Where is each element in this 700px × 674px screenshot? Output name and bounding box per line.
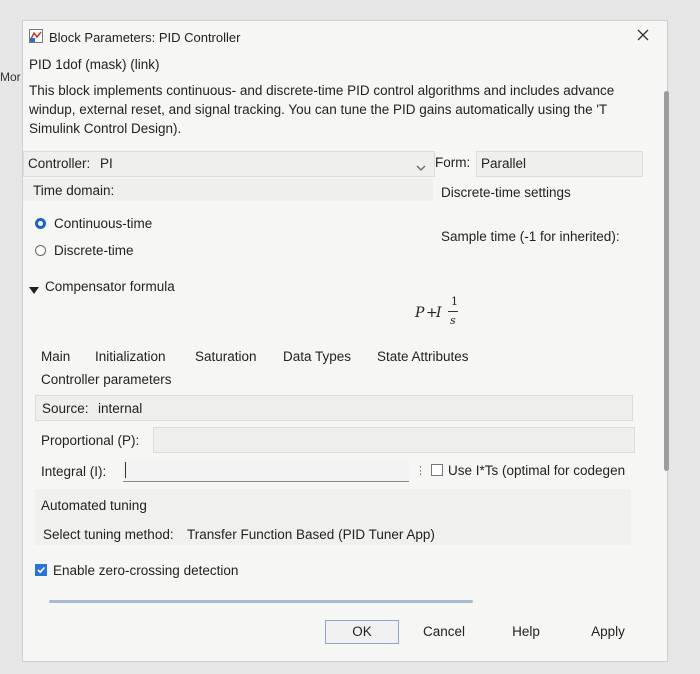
radio-continuous-button[interactable] <box>35 218 46 229</box>
vertical-scrollbar[interactable] <box>664 91 669 471</box>
source-row[interactable]: Source: internal <box>35 395 633 421</box>
zero-crossing-checkbox[interactable] <box>35 564 47 576</box>
source-value: internal <box>98 401 143 416</box>
tuning-method-label: Select tuning method: <box>43 527 174 542</box>
form-label: Form: <box>435 155 471 170</box>
formula-p: P <box>415 305 425 321</box>
integral-label: Integral (I): <box>41 464 107 479</box>
close-icon[interactable] <box>636 28 650 47</box>
form-value: Parallel <box>481 156 527 171</box>
controller-label: Controller: <box>28 156 91 171</box>
chevron-down-icon <box>416 159 426 177</box>
radio-discrete-label: Discrete-time <box>54 243 134 258</box>
description-line-3: Simulink Control Design). <box>29 121 182 136</box>
help-button[interactable]: Help <box>489 620 563 644</box>
zero-crossing-label: Enable zero-crossing detection <box>53 563 239 578</box>
proportional-input[interactable] <box>153 427 635 453</box>
apply-button[interactable]: Apply <box>571 620 645 644</box>
text-cursor <box>125 462 126 478</box>
title-bar[interactable]: Block Parameters: PID Controller <box>23 21 667 51</box>
tab-data-types[interactable]: Data Types <box>283 349 351 364</box>
compensator-formula: P + I 1 s <box>415 293 475 333</box>
sample-time-label: Sample time (-1 for inherited): <box>441 229 620 244</box>
discrete-settings-heading: Discrete-time settings <box>441 185 571 200</box>
source-label: Source: <box>42 401 89 416</box>
form-field[interactable]: Parallel <box>476 151 643 177</box>
block-name: PID 1dof (mask) (link) <box>29 57 160 72</box>
tab-state-attributes[interactable]: State Attributes <box>377 349 469 364</box>
background-window-text: Mor <box>0 70 21 84</box>
controller-dropdown[interactable]: Controller: PI <box>23 151 435 177</box>
tab-saturation[interactable]: Saturation <box>195 349 257 364</box>
controller-parameters-title: Controller parameters <box>41 372 172 387</box>
formula-fraction-bar <box>448 311 458 312</box>
use-its-label: Use I*Ts (optimal for codegen <box>448 463 626 478</box>
radio-discrete-button[interactable] <box>35 245 46 256</box>
ok-button[interactable]: OK <box>325 620 399 644</box>
formula-denominator: s <box>450 314 456 327</box>
radio-continuous-label: Continuous-time <box>54 216 153 231</box>
automated-tuning-title: Automated tuning <box>41 498 147 513</box>
cancel-button[interactable]: Cancel <box>407 620 481 644</box>
formula-i: I <box>436 305 442 321</box>
automated-tuning-group: Automated tuning Select tuning method: T… <box>35 489 631 545</box>
tuning-method-value[interactable]: Transfer Function Based (PID Tuner App) <box>187 527 435 542</box>
time-domain-header: Time domain: <box>23 179 433 201</box>
use-its-checkbox[interactable] <box>431 464 443 476</box>
description-line-2: windup, external reset, and signal track… <box>29 102 608 117</box>
formula-numerator: 1 <box>451 295 458 308</box>
more-options-icon[interactable]: ⋮ <box>415 464 426 477</box>
tab-initialization[interactable]: Initialization <box>95 349 166 364</box>
triangle-down-icon <box>29 282 39 300</box>
window-title: Block Parameters: PID Controller <box>49 30 241 45</box>
compensator-label: Compensator formula <box>45 279 175 294</box>
tab-main[interactable]: Main <box>41 349 70 364</box>
description-line-1: This block implements continuous- and di… <box>29 83 615 98</box>
time-domain-label: Time domain: <box>33 183 115 198</box>
integral-input[interactable] <box>123 459 409 482</box>
proportional-label: Proportional (P): <box>41 433 140 448</box>
simulink-block-icon <box>29 29 43 48</box>
horizontal-scrollbar[interactable] <box>49 600 473 603</box>
controller-value: PI <box>100 156 113 171</box>
pid-dialog: Block Parameters: PID Controller PID 1do… <box>22 20 669 662</box>
checkmark-icon <box>37 566 46 574</box>
